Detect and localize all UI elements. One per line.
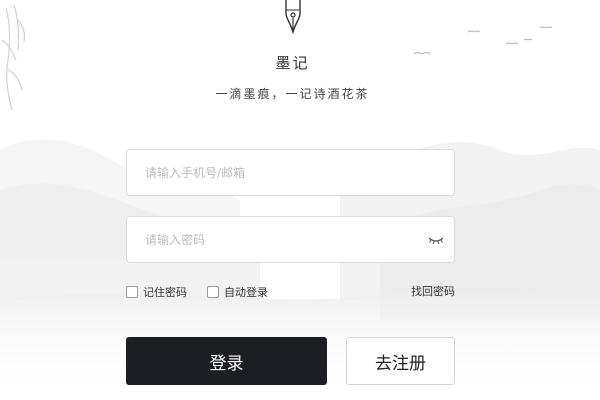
- password-field: [126, 216, 455, 263]
- register-button[interactable]: 去注册: [346, 337, 455, 385]
- auto-login-option: 自动登录: [207, 284, 268, 300]
- auto-login-checkbox[interactable]: [207, 286, 219, 298]
- app-title: 墨记: [275, 54, 310, 72]
- remember-password-checkbox[interactable]: [126, 286, 138, 298]
- eye-closed-icon[interactable]: [428, 234, 444, 246]
- auto-login-label[interactable]: 自动登录: [224, 284, 268, 300]
- login-button[interactable]: 登录: [126, 337, 327, 385]
- account-input[interactable]: [145, 150, 415, 195]
- fountain-pen-nib-icon: [285, 0, 301, 34]
- password-input[interactable]: [145, 217, 415, 262]
- remember-password-option: 记住密码: [126, 284, 187, 300]
- forgot-password-link[interactable]: 找回密码: [411, 284, 455, 300]
- remember-password-label[interactable]: 记住密码: [143, 284, 187, 300]
- login-page: 墨记 一滴墨痕，一记诗酒花茶 记住密码 自动登录 找回密码 登录 去注册: [0, 0, 600, 400]
- app-slogan: 一滴墨痕，一记诗酒花茶: [215, 87, 370, 101]
- account-field: [126, 149, 455, 196]
